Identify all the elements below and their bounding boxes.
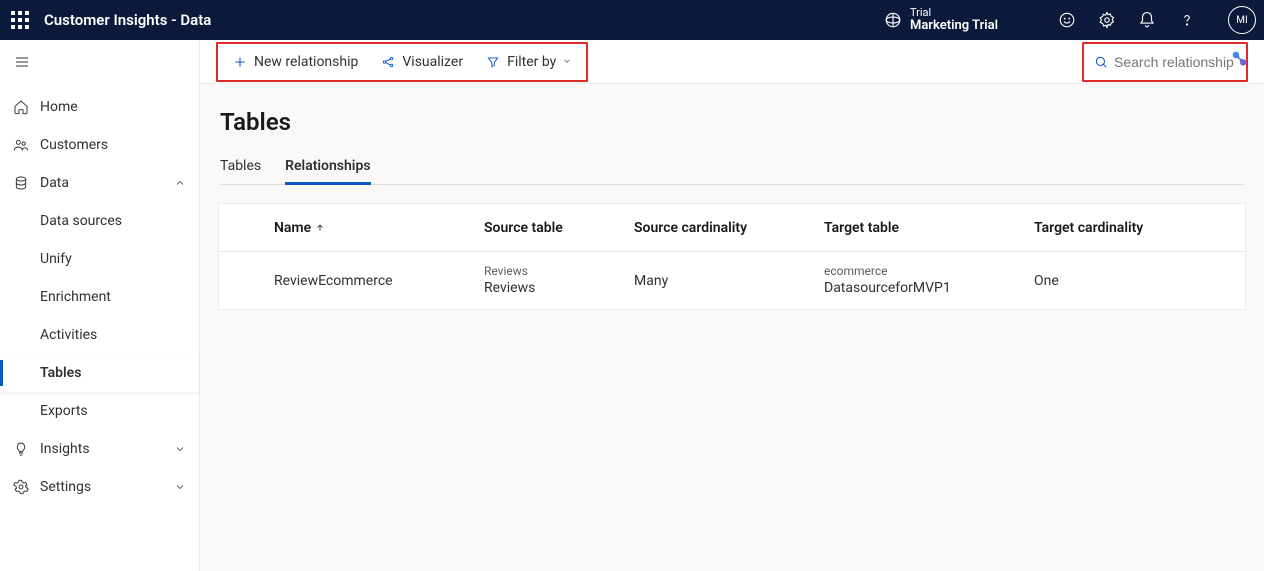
nav-label: Exports (40, 403, 88, 419)
gear-icon (12, 478, 30, 496)
tab-label: Relationships (285, 158, 370, 174)
avatar-initials: MI (1236, 15, 1247, 26)
chevron-down-icon (562, 54, 572, 70)
col-label: Target cardinality (1034, 220, 1143, 236)
settings-icon[interactable] (1098, 11, 1116, 29)
cell-name: ReviewEcommerce (274, 273, 393, 289)
table-row[interactable]: ReviewEcommerce Reviews Reviews Many eco… (219, 252, 1245, 309)
nav-settings[interactable]: Settings (0, 468, 199, 506)
col-source-table[interactable]: Source table (484, 220, 634, 236)
top-header: Customer Insights - Data Trial Marketing… (0, 0, 1264, 40)
nav-activities[interactable]: Activities (0, 316, 199, 354)
nav-label: Unify (40, 251, 72, 267)
home-icon (12, 98, 30, 116)
search-relationships[interactable] (1088, 46, 1242, 78)
nav-data-sources[interactable]: Data sources (0, 202, 199, 240)
tab-relationships[interactable]: Relationships (285, 152, 370, 184)
tab-tables[interactable]: Tables (220, 152, 261, 184)
cell-source-sub: Reviews (484, 264, 634, 278)
nav-exports[interactable]: Exports (0, 392, 199, 430)
col-label: Target table (824, 220, 899, 236)
search-input[interactable] (1114, 54, 1234, 70)
col-target-table[interactable]: Target table (824, 220, 1034, 236)
nav-label: Activities (40, 327, 97, 343)
filter-by-button[interactable]: Filter by (475, 46, 582, 78)
nav-label: Customers (40, 137, 108, 153)
avatar[interactable]: MI (1228, 6, 1256, 34)
plus-icon (232, 54, 248, 70)
main-content: New relationship Visualizer Filter by (200, 40, 1264, 571)
highlight-search (1082, 42, 1248, 82)
tab-label: Tables (220, 158, 261, 174)
environment-icon (884, 11, 902, 29)
nav-tables[interactable]: Tables (0, 354, 199, 392)
hamburger-toggle[interactable] (4, 44, 40, 80)
insights-icon (12, 440, 30, 458)
chevron-down-icon (173, 480, 187, 494)
nav-label: Data sources (40, 213, 122, 229)
nav-label: Data (40, 175, 69, 191)
nav-insights[interactable]: Insights (0, 430, 199, 468)
env-label-large: Marketing Trial (910, 19, 998, 33)
help-icon[interactable] (1178, 11, 1196, 29)
relationships-table: Name Source table Source cardinality Tar… (218, 203, 1246, 310)
share-icon (380, 54, 396, 70)
col-source-cardinality[interactable]: Source cardinality (634, 220, 824, 236)
cell-target-sub: ecommerce (824, 264, 1034, 278)
nav-label: Home (40, 99, 78, 115)
customers-icon (12, 136, 30, 154)
col-target-cardinality[interactable]: Target cardinality (1034, 220, 1214, 236)
page-title: Tables (220, 108, 1244, 136)
col-label: Name (274, 220, 311, 236)
chevron-down-icon (173, 442, 187, 456)
col-name[interactable]: Name (274, 220, 484, 236)
nav-label: Tables (40, 365, 81, 381)
nav-unify[interactable]: Unify (0, 240, 199, 278)
button-label: Visualizer (402, 54, 463, 70)
environment-picker[interactable]: Trial Marketing Trial (884, 7, 998, 33)
copilot-icon[interactable] (1228, 48, 1252, 72)
button-label: New relationship (254, 54, 358, 70)
col-label: Source cardinality (634, 220, 747, 236)
cell-tgt-card: One (1034, 273, 1059, 289)
sort-asc-icon (315, 223, 325, 233)
new-relationship-button[interactable]: New relationship (222, 46, 368, 78)
nav-enrichment[interactable]: Enrichment (0, 278, 199, 316)
nav-customers[interactable]: Customers (0, 126, 199, 164)
nav-label: Insights (40, 441, 90, 457)
feedback-icon[interactable] (1058, 11, 1076, 29)
button-label: Filter by (507, 54, 556, 70)
sidebar: Home Customers Data Data sources Unify E… (0, 40, 200, 571)
nav-data[interactable]: Data (0, 164, 199, 202)
app-launcher-icon[interactable] (8, 8, 32, 32)
cell-src-card: Many (634, 273, 668, 289)
chevron-up-icon (173, 176, 187, 190)
app-title: Customer Insights - Data (44, 11, 211, 29)
table-header-row: Name Source table Source cardinality Tar… (219, 204, 1245, 252)
filter-icon (485, 54, 501, 70)
tab-list: Tables Relationships (220, 152, 1244, 185)
visualizer-button[interactable]: Visualizer (370, 46, 473, 78)
nav-home[interactable]: Home (0, 88, 199, 126)
highlight-left: New relationship Visualizer Filter by (216, 42, 588, 82)
search-icon (1094, 55, 1108, 69)
notifications-icon[interactable] (1138, 11, 1156, 29)
cell-target-main: DatasourceforMVP1 (824, 280, 1034, 297)
col-label: Source table (484, 220, 563, 236)
nav-label: Enrichment (40, 289, 111, 305)
nav-label: Settings (40, 479, 91, 495)
cell-source-main: Reviews (484, 280, 634, 297)
command-bar: New relationship Visualizer Filter by (200, 40, 1264, 84)
data-icon (12, 174, 30, 192)
